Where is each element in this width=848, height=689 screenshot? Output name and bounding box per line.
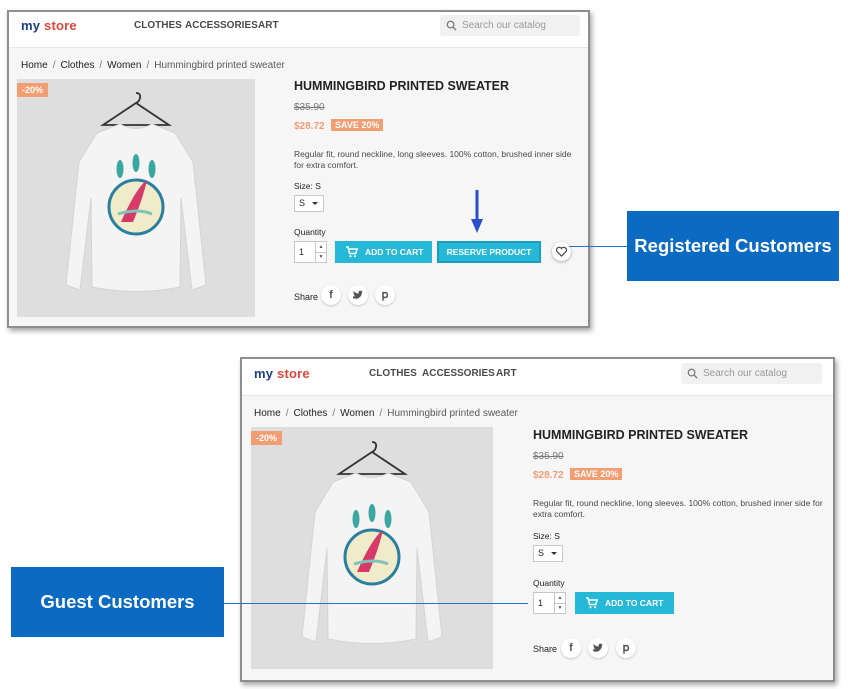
- breadcrumb-women[interactable]: Women: [340, 408, 374, 419]
- breadcrumb-current: Hummingbird printed sweater: [387, 408, 518, 419]
- breadcrumb-clothes[interactable]: Clothes: [60, 60, 94, 71]
- guest-connector-line: [224, 603, 528, 604]
- logo-word-my: my: [254, 366, 274, 381]
- product-title: HUMMINGBIRD PRINTED SWEATER: [533, 428, 749, 442]
- quantity-value: 1: [299, 247, 305, 257]
- breadcrumb: Home / Clothes / Women / Hummingbird printed s…: [254, 408, 518, 419]
- twitter-bird-shape: [353, 290, 363, 299]
- chevron-down-icon: [312, 202, 318, 205]
- add-to-cart-label: ADD TO CART: [605, 598, 664, 608]
- reserve-product-button[interactable]: RESERVE PRODUCT: [437, 241, 541, 263]
- nav-art[interactable]: ART: [496, 368, 517, 379]
- store-header: my store CLOTHES ACCESSORIES ART Search …: [242, 359, 833, 396]
- size-label: Size: S: [294, 181, 321, 191]
- cart-icon: [346, 246, 358, 258]
- twitter-bird-shape: [593, 643, 603, 652]
- breadcrumb-clothes[interactable]: Clothes: [293, 408, 327, 419]
- quantity-label: Quantity: [533, 578, 565, 588]
- current-price: $28.72: [294, 121, 325, 132]
- reserve-product-label: RESERVE PRODUCT: [446, 247, 532, 257]
- search-placeholder: Search our catalog: [462, 20, 546, 31]
- size-select-value: S: [299, 198, 306, 208]
- logo-word-store: store: [277, 366, 310, 381]
- save-badge: SAVE 20%: [570, 468, 623, 480]
- nav-clothes[interactable]: CLOTHES: [134, 20, 182, 31]
- nav-accessories[interactable]: ACCESSORIES: [422, 368, 495, 379]
- search-input[interactable]: Search our catalog: [681, 363, 822, 384]
- cart-icon: [586, 597, 598, 609]
- discount-badge: -20%: [251, 431, 283, 445]
- size-select[interactable]: S: [533, 545, 563, 562]
- discount-badge: -20%: [17, 83, 49, 97]
- add-to-cart-label: ADD TO CART: [365, 247, 424, 257]
- size-select-value: S: [538, 548, 545, 558]
- share-label: Share: [294, 292, 319, 302]
- sweater-illustration: [301, 441, 443, 644]
- search-placeholder: Search our catalog: [703, 368, 787, 379]
- breadcrumb: Home / Clothes / Women / Hummingbird printed s…: [21, 60, 285, 71]
- pinterest-icon[interactable]: 𝗉: [616, 638, 636, 658]
- product-title: HUMMINGBIRD PRINTED SWEATER: [294, 79, 510, 93]
- share-label: Share: [533, 644, 558, 654]
- size-select[interactable]: S: [294, 195, 324, 212]
- old-price: $35.90: [533, 451, 564, 462]
- product-image[interactable]: -20%: [251, 427, 493, 669]
- pinterest-icon[interactable]: 𝗉: [375, 285, 395, 305]
- current-price: $28.72: [533, 470, 564, 481]
- search-input[interactable]: Search our catalog: [440, 15, 580, 36]
- add-to-cart-button[interactable]: ADD TO CART: [335, 241, 432, 263]
- size-label: Size: S: [533, 531, 560, 541]
- registered-store-screenshot: my store CLOTHES ACCESSORIES ART Search …: [7, 10, 590, 328]
- nav-art[interactable]: ART: [258, 20, 279, 31]
- product-image[interactable]: -20%: [17, 79, 255, 317]
- guest-customers-callout: Guest Customers: [11, 567, 224, 637]
- store-logo[interactable]: my store: [254, 366, 310, 381]
- product-description: Regular fit, round neckline, long sleeve…: [533, 498, 823, 519]
- twitter-icon[interactable]: [348, 285, 368, 305]
- chevron-down-icon: [551, 552, 557, 555]
- breadcrumb-current: Hummingbird printed sweater: [154, 60, 285, 71]
- registered-customers-callout: Registered Customers: [627, 211, 839, 281]
- product-description: Regular fit, round neckline, long sleeve…: [294, 149, 572, 170]
- breadcrumb-home[interactable]: Home: [254, 408, 281, 419]
- sweater-illustration: [65, 92, 207, 292]
- wishlist-button[interactable]: [552, 242, 571, 261]
- arrow-down-icon: [471, 190, 483, 233]
- old-price: $35.90: [294, 102, 325, 113]
- search-icon: [687, 368, 698, 379]
- heart-icon: [555, 246, 568, 257]
- store-header: my store CLOTHES ACCESSORIES ART Search …: [9, 12, 588, 48]
- quantity-label: Quantity: [294, 227, 326, 237]
- facebook-icon[interactable]: f: [561, 638, 581, 658]
- save-badge: SAVE 20%: [331, 119, 384, 131]
- twitter-icon[interactable]: [588, 638, 608, 658]
- add-to-cart-button[interactable]: ADD TO CART: [575, 592, 674, 614]
- registered-connector-line: [569, 246, 628, 247]
- quantity-stepper[interactable]: 1 ▲ ▼: [294, 241, 327, 263]
- logo-word-store: store: [44, 18, 77, 33]
- breadcrumb-women[interactable]: Women: [107, 60, 141, 71]
- search-icon: [446, 20, 457, 31]
- facebook-icon[interactable]: f: [321, 285, 341, 305]
- nav-clothes[interactable]: CLOTHES: [369, 368, 417, 379]
- decrement-icon[interactable]: ▼: [315, 252, 326, 262]
- quantity-stepper[interactable]: 1 ▲ ▼: [533, 592, 566, 614]
- nav-accessories[interactable]: ACCESSORIES: [185, 20, 258, 31]
- breadcrumb-home[interactable]: Home: [21, 60, 48, 71]
- quantity-value: 1: [538, 598, 544, 608]
- logo-word-my: my: [21, 18, 41, 33]
- decrement-icon[interactable]: ▼: [554, 603, 565, 613]
- guest-store-screenshot: my store CLOTHES ACCESSORIES ART Search …: [240, 357, 835, 682]
- store-logo[interactable]: my store: [21, 18, 77, 33]
